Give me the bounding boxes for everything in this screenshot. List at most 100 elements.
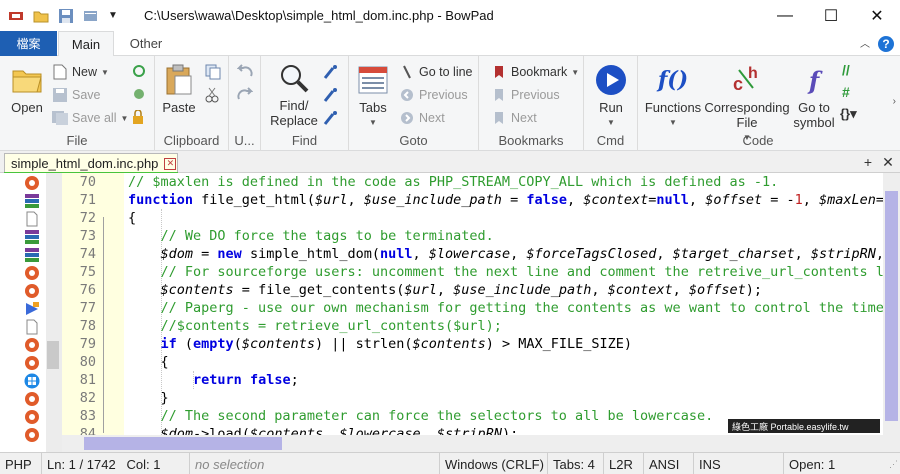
comment-icon[interactable]: // (842, 62, 850, 78)
code-line[interactable]: $contents = file_get_contents($url, $use… (128, 282, 763, 298)
lock-icon[interactable] (132, 110, 144, 124)
tabs-indicator[interactable]: Tabs: 4 (548, 453, 604, 474)
code-line[interactable]: // We DO force the tags to be terminated… (128, 228, 494, 244)
file-tree-icon[interactable] (132, 87, 146, 101)
code-line[interactable]: // The second parameter can force the se… (128, 408, 714, 424)
braces-icon[interactable]: {}▾ (840, 106, 857, 122)
redo-icon[interactable] (237, 87, 253, 101)
line-number: 70 (79, 174, 96, 190)
bookmark-button[interactable]: Bookmark ▼ (491, 64, 579, 80)
find-next-icon[interactable] (323, 64, 339, 80)
document-tab[interactable]: simple_html_dom.inc.php ✕ (4, 153, 178, 173)
play-icon (595, 64, 627, 96)
maximize-button[interactable]: ☐ (808, 0, 854, 31)
side-icon-strip (0, 173, 46, 452)
app-icon[interactable] (24, 283, 40, 299)
editor[interactable]: 70 71 72 73 74 75 76 77 78 79 80 81 82 8… (0, 173, 900, 452)
goto-symbol-button[interactable]: f Go to symbol (792, 64, 836, 130)
find-replace-button[interactable]: Find/ Replace (269, 62, 319, 128)
code-line[interactable]: // $maxlen is defined in the code as PHP… (128, 174, 778, 190)
find-prev-icon[interactable] (323, 87, 339, 103)
file-group: Open New ▼ Save Save all ▼ File (0, 56, 155, 151)
paste-button[interactable]: Paste (161, 64, 197, 115)
app-icon[interactable] (8, 8, 24, 24)
run-button[interactable]: Run ▼ (594, 64, 628, 130)
line-number: 77 (79, 300, 96, 316)
copy-icon[interactable] (205, 64, 221, 80)
app-icon[interactable] (24, 355, 40, 371)
open-button[interactable]: Open (8, 64, 46, 115)
archive-icon[interactable] (24, 229, 40, 245)
tabs-button[interactable]: Tabs ▼ (355, 64, 391, 130)
encoding-indicator[interactable]: ANSI (644, 453, 694, 474)
resize-grip-icon[interactable]: ⋰ (889, 459, 898, 470)
bookmarks-group: Bookmark ▼ Previous Next Bookmarks (479, 56, 584, 151)
margin-marker (47, 341, 59, 369)
insert-mode-indicator[interactable]: INS (694, 453, 784, 474)
help-icon[interactable]: ? (878, 36, 894, 52)
document-icon[interactable] (24, 319, 40, 335)
close-button[interactable]: ✕ (854, 0, 900, 31)
minimize-button[interactable]: — (762, 0, 808, 31)
code-line[interactable]: if (empty($contents) || strlen($contents… (128, 336, 633, 352)
language-indicator[interactable]: PHP (0, 453, 42, 474)
code-line[interactable]: // Paperg - use our own mechanism for ge… (128, 300, 893, 316)
go-to-line-button[interactable]: Go to line (399, 64, 473, 80)
functions-button[interactable]: f() Functions ▼ (644, 64, 702, 130)
reload-icon[interactable] (132, 64, 146, 78)
app-icon[interactable] (24, 337, 40, 353)
app-icon[interactable] (24, 265, 40, 281)
code-line[interactable]: } (128, 390, 169, 406)
goto-next-button[interactable]: Next (399, 110, 445, 126)
code-line[interactable]: { (128, 210, 136, 226)
close-icon[interactable]: ✕ (164, 157, 177, 170)
ribbon-scroll-right-icon[interactable]: › (893, 96, 896, 107)
collapse-ribbon-icon[interactable]: ︿ (860, 35, 870, 50)
goto-previous-button[interactable]: Previous (399, 87, 468, 103)
eol-indicator[interactable]: Windows (CRLF) (440, 453, 548, 474)
media-icon[interactable] (24, 301, 40, 317)
cut-icon[interactable] (205, 87, 219, 103)
tab-other[interactable]: Other (124, 31, 168, 56)
app-icon[interactable] (24, 427, 40, 443)
bookmark-margin[interactable] (46, 173, 62, 452)
paste-label: Paste (162, 100, 196, 115)
customize-toolbar-icon[interactable] (83, 8, 99, 24)
document-icon[interactable] (24, 211, 40, 227)
close-tab-icon[interactable]: ✕ (880, 154, 896, 170)
title-bar: ▼ C:\Users\wawa\Desktop\simple_html_dom.… (0, 0, 900, 31)
windows-icon[interactable] (24, 373, 40, 389)
archive-icon[interactable] (24, 247, 40, 263)
undo-icon[interactable] (237, 64, 253, 78)
horizontal-scrollbar-thumb[interactable] (84, 437, 282, 450)
save-ribbon-button[interactable]: Save (52, 87, 101, 103)
code-line[interactable]: { (128, 354, 169, 370)
line-number: 71 (79, 192, 96, 208)
bookmark-next-button[interactable]: Next (491, 110, 537, 126)
save-all-button[interactable]: Save all ▼ (52, 110, 128, 126)
tab-file[interactable]: 檔案 (0, 31, 57, 56)
code-line[interactable]: //$contents = retrieve_url_contents($url… (128, 318, 502, 334)
archive-icon[interactable] (24, 193, 40, 209)
tab-main[interactable]: Main (58, 31, 114, 57)
bookmark-previous-button[interactable]: Previous (491, 87, 560, 103)
save-icon[interactable] (58, 8, 74, 24)
new-button[interactable]: New ▼ (52, 64, 109, 80)
code-line[interactable]: return false; (128, 372, 299, 388)
code-line[interactable]: $dom = new simple_html_dom(null, $lowerc… (128, 246, 892, 262)
find-selected-icon[interactable] (323, 110, 339, 126)
code-line[interactable]: // For sourceforge users: uncomment the … (128, 264, 893, 280)
chevron-down-icon[interactable]: ▼ (108, 8, 124, 24)
app-icon[interactable] (24, 391, 40, 407)
code-line[interactable]: function file_get_html($url, $use_includ… (128, 192, 900, 208)
cursor-position[interactable]: Ln: 1 / 1742 Col: 1 (42, 453, 190, 474)
app-icon[interactable] (24, 175, 40, 191)
hash-comment-icon[interactable]: # (842, 84, 850, 100)
open-label: Open (11, 100, 43, 115)
app-icon[interactable] (24, 409, 40, 425)
open-folder-icon[interactable] (33, 8, 49, 24)
direction-indicator[interactable]: L2R (604, 453, 644, 474)
line-number: 74 (79, 246, 96, 262)
add-tab-icon[interactable]: + (860, 154, 876, 170)
vertical-scrollbar-thumb[interactable] (885, 191, 898, 421)
